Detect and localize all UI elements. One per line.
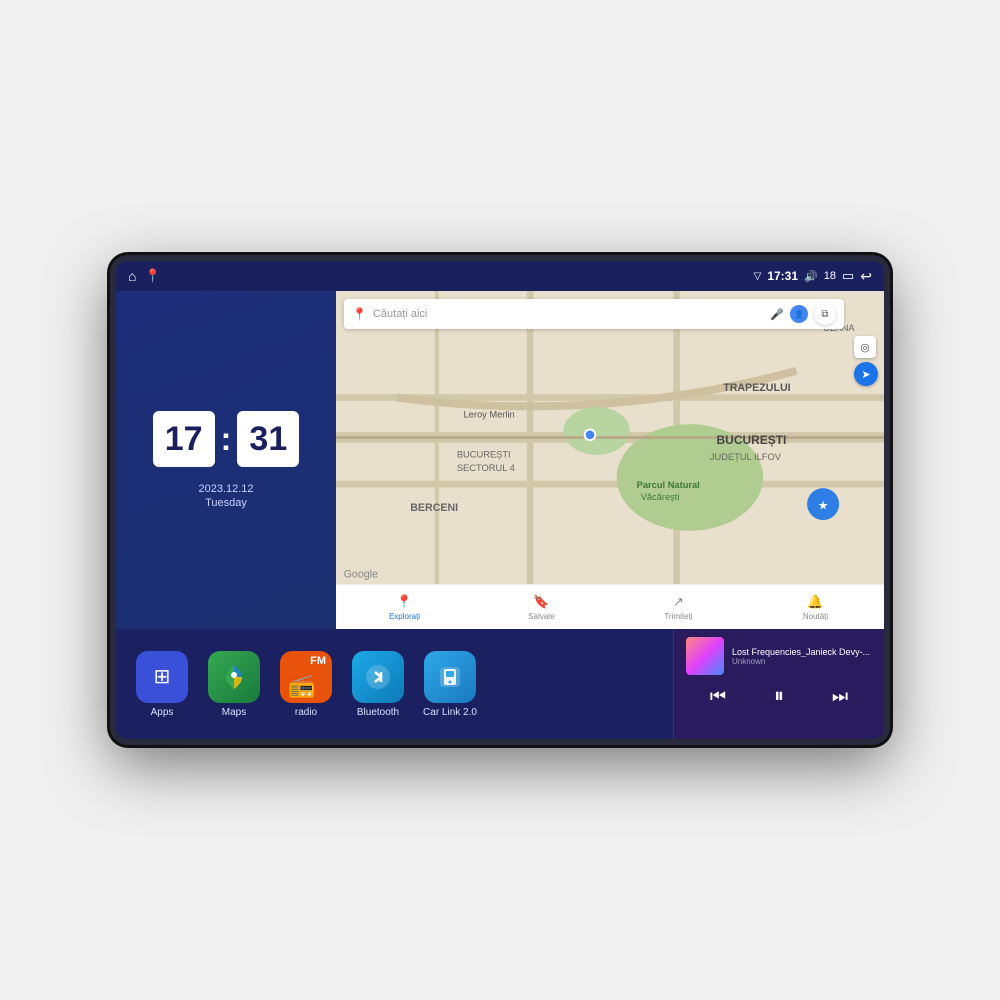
saved-label: Salvate xyxy=(528,612,555,621)
explore-icon: 📍 xyxy=(396,594,412,610)
explore-label: Explorați xyxy=(389,612,420,621)
radio-label: radio xyxy=(295,707,317,718)
status-right: ▽ 17:31 🔊 18 ▭ ↩ xyxy=(754,268,872,285)
device-shell: ⌂ 📍 ▽ 17:31 🔊 18 ▭ ↩ 17 : 31 xyxy=(110,255,890,745)
music-thumb-img xyxy=(686,637,724,675)
bluetooth-label: Bluetooth xyxy=(357,707,399,718)
carlink-icon xyxy=(424,651,476,703)
clock-minutes: 31 xyxy=(237,411,299,467)
map-layers-button[interactable]: ⧉ xyxy=(814,303,836,325)
carlink-label: Car Link 2.0 xyxy=(423,707,477,718)
music-play-pause-button[interactable]: ⏸ xyxy=(770,681,788,712)
svg-text:Parcul Natural: Parcul Natural xyxy=(637,480,700,490)
status-left: ⌂ 📍 xyxy=(128,268,161,284)
maps-icon xyxy=(208,651,260,703)
maps-app-label: Maps xyxy=(222,707,246,718)
app-grid: ⊞ Apps Maps xyxy=(116,629,673,739)
radio-icon: FM 📻 xyxy=(280,651,332,703)
clock-hours: 17 xyxy=(153,411,215,467)
volume-icon: 🔊 xyxy=(804,270,818,283)
svg-text:BUCUREȘTI: BUCUREȘTI xyxy=(717,433,787,447)
screen: ⌂ 📍 ▽ 17:31 🔊 18 ▭ ↩ 17 : 31 xyxy=(116,261,884,739)
app-item-apps[interactable]: ⊞ Apps xyxy=(132,651,192,718)
volume-level: 18 xyxy=(824,270,836,282)
news-label: Noutăți xyxy=(803,612,828,621)
apps-icon: ⊞ xyxy=(136,651,188,703)
news-icon: 🔔 xyxy=(807,594,823,610)
back-icon[interactable]: ↩ xyxy=(860,268,872,285)
clock-colon: : xyxy=(221,421,232,458)
clock-panel: 17 : 31 2023.12.12 Tuesday xyxy=(116,291,336,629)
home-icon[interactable]: ⌂ xyxy=(128,268,136,284)
map-nav-saved[interactable]: 🔖 Salvate xyxy=(473,594,610,621)
map-search-bar[interactable]: 📍 Căutați aici 🎤 👤 ⧉ xyxy=(344,299,844,329)
date-display: 2023.12.12 Tuesday xyxy=(198,483,253,509)
svg-text:TRAPEZULUI: TRAPEZULUI xyxy=(723,382,790,394)
svg-text:★: ★ xyxy=(818,498,829,512)
svg-text:SECTORUL 4: SECTORUL 4 xyxy=(457,463,515,473)
map-nav-news[interactable]: 🔔 Noutăți xyxy=(747,594,884,621)
map-controls: ◎ ➤ xyxy=(854,336,878,386)
send-label: Trimiteți xyxy=(664,612,692,621)
send-icon: ↗ xyxy=(673,594,684,610)
app-item-maps[interactable]: Maps xyxy=(204,651,264,718)
app-item-bluetooth[interactable]: Bluetooth xyxy=(348,651,408,718)
battery-icon: ▭ xyxy=(842,268,854,284)
svg-text:Văcărești: Văcărești xyxy=(641,492,680,502)
app-item-carlink[interactable]: Car Link 2.0 xyxy=(420,651,480,718)
svg-text:JUDEȚUL ILFOV: JUDEȚUL ILFOV xyxy=(710,452,782,462)
music-next-button[interactable]: ⏭ xyxy=(828,682,852,711)
map-pin-icon: 📍 xyxy=(352,307,367,321)
music-artist: Unknown xyxy=(732,657,872,666)
svg-text:Google: Google xyxy=(344,568,378,580)
bottom-section: ⊞ Apps Maps xyxy=(116,629,884,739)
maps-status-icon[interactable]: 📍 xyxy=(144,268,160,284)
status-time: 17:31 xyxy=(767,269,798,283)
map-area[interactable]: TRAPEZULUI BUCUREȘTI JUDEȚUL ILFOV BERCE… xyxy=(336,291,884,584)
map-bottom-nav: 📍 Explorați 🔖 Salvate ↗ Trimiteți 🔔 Nout… xyxy=(336,584,884,629)
signal-icon: ▽ xyxy=(754,271,762,282)
map-svg: TRAPEZULUI BUCUREȘTI JUDEȚUL ILFOV BERCE… xyxy=(336,291,884,584)
map-nav-send[interactable]: ↗ Trimiteți xyxy=(610,594,747,621)
music-player: Lost Frequencies_Janieck Devy-... Unknow… xyxy=(674,629,884,739)
status-bar: ⌂ 📍 ▽ 17:31 🔊 18 ▭ ↩ xyxy=(116,261,884,291)
apps-label: Apps xyxy=(151,707,174,718)
music-thumbnail xyxy=(686,637,724,675)
date-text: 2023.12.12 xyxy=(198,483,253,495)
map-user-avatar[interactable]: 👤 xyxy=(790,305,808,323)
app-item-radio[interactable]: FM 📻 radio xyxy=(276,651,336,718)
svg-text:BERCENI: BERCENI xyxy=(410,502,458,514)
map-panel: TRAPEZULUI BUCUREȘTI JUDEȚUL ILFOV BERCE… xyxy=(336,291,884,629)
day-text: Tuesday xyxy=(198,497,253,509)
map-nav-explore[interactable]: 📍 Explorați xyxy=(336,594,473,621)
map-search-input[interactable]: Căutați aici xyxy=(373,308,764,320)
main-area: 17 : 31 2023.12.12 Tuesday xyxy=(116,291,884,629)
map-location-button[interactable]: ◎ xyxy=(854,336,876,358)
music-title: Lost Frequencies_Janieck Devy-... xyxy=(732,647,872,657)
svg-text:Leroy Merlin: Leroy Merlin xyxy=(464,410,515,420)
music-prev-button[interactable]: ⏮ xyxy=(706,682,730,711)
clock-display: 17 : 31 xyxy=(153,411,300,467)
map-navigate-button[interactable]: ➤ xyxy=(854,362,878,386)
map-mic-icon[interactable]: 🎤 xyxy=(770,308,784,321)
music-meta: Lost Frequencies_Janieck Devy-... Unknow… xyxy=(732,647,872,666)
music-track-info: Lost Frequencies_Janieck Devy-... Unknow… xyxy=(686,637,872,675)
saved-icon: 🔖 xyxy=(533,594,549,610)
svg-text:BUCUREȘTI: BUCUREȘTI xyxy=(457,449,511,459)
bluetooth-icon xyxy=(352,651,404,703)
music-controls: ⏮ ⏸ ⏭ xyxy=(686,681,872,712)
